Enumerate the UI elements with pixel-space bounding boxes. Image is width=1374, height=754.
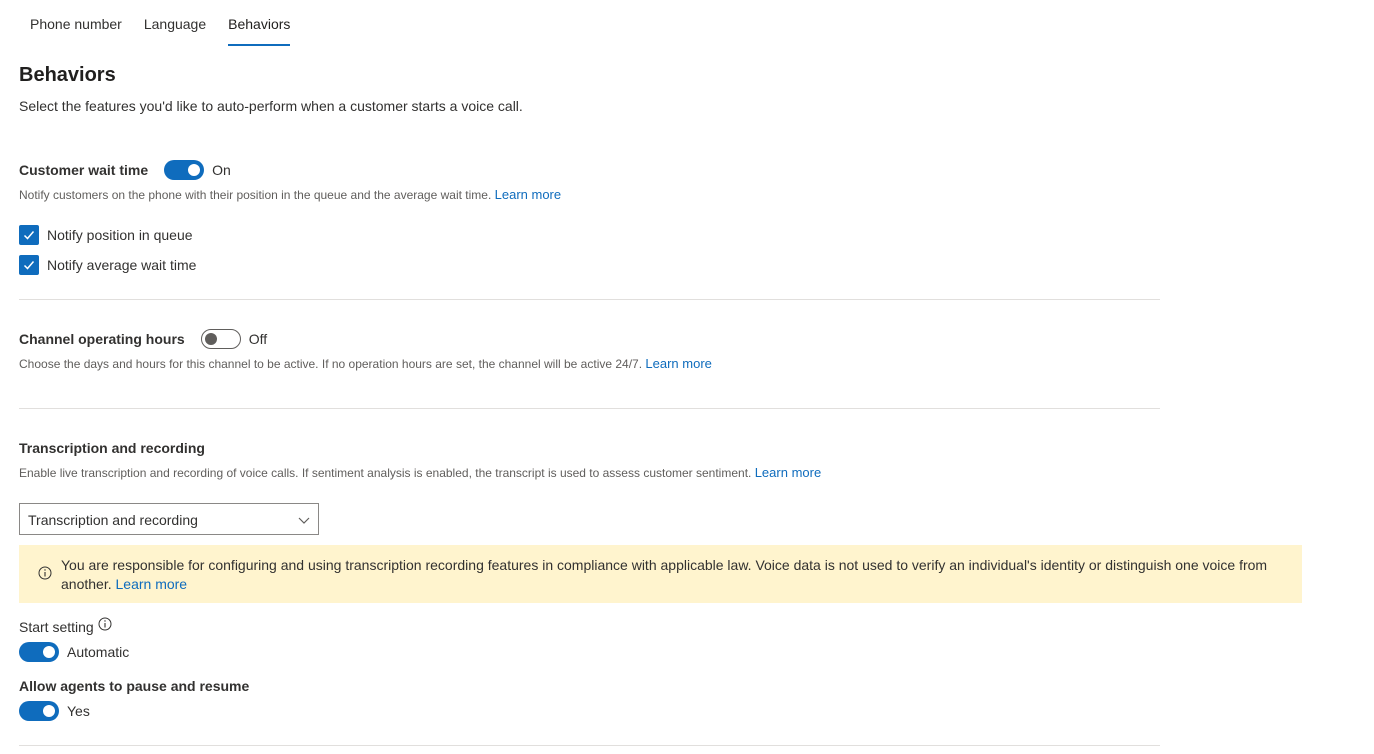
operating-hours-title: Channel operating hours	[19, 331, 185, 347]
divider	[19, 299, 1160, 300]
divider	[19, 745, 1160, 746]
tab-phone-number[interactable]: Phone number	[19, 0, 133, 46]
operating-hours-header: Channel operating hours Off	[19, 329, 267, 349]
wait-time-toggle-state: On	[212, 162, 231, 178]
wait-time-title: Customer wait time	[19, 162, 149, 178]
pause-resume-value: Yes	[67, 703, 90, 719]
notify-wait-option[interactable]: Notify average wait time	[19, 255, 196, 275]
checkmark-icon	[23, 261, 35, 270]
banner-learn-more-link[interactable]: Learn more	[116, 576, 188, 592]
chevron-down-icon	[298, 517, 310, 524]
notify-wait-checkbox[interactable]	[19, 255, 39, 275]
notify-wait-label: Notify average wait time	[47, 257, 197, 273]
transcription-title: Transcription and recording	[19, 440, 205, 456]
pause-resume-label: Allow agents to pause and resume	[19, 678, 250, 694]
operating-hours-learn-more-link[interactable]: Learn more	[645, 356, 711, 371]
pause-resume-toggle[interactable]	[19, 701, 59, 721]
notify-position-label: Notify position in queue	[47, 227, 193, 243]
pause-resume-row: Yes	[19, 701, 90, 721]
info-icon	[38, 566, 52, 580]
start-setting-row: Automatic	[19, 642, 129, 662]
info-icon[interactable]	[98, 617, 112, 631]
wait-time-description: Notify customers on the phone with their…	[19, 187, 562, 202]
operating-hours-description: Choose the days and hours for this chann…	[19, 356, 712, 371]
compliance-warning-banner: You are responsible for configuring and …	[19, 545, 1302, 603]
wait-time-header: Customer wait time On	[19, 160, 231, 180]
notify-position-checkbox[interactable]	[19, 225, 39, 245]
banner-message: You are responsible for configuring and …	[61, 557, 1268, 592]
tab-bar: Phone number Language Behaviors	[19, 0, 301, 46]
notify-position-option[interactable]: Notify position in queue	[19, 225, 193, 245]
tab-behaviors[interactable]: Behaviors	[217, 0, 301, 46]
start-setting-label-row: Start setting	[19, 617, 112, 635]
transcription-learn-more-link[interactable]: Learn more	[755, 465, 821, 480]
start-setting-label: Start setting	[19, 619, 94, 635]
operating-hours-toggle-state: Off	[248, 331, 268, 347]
checkmark-icon	[23, 231, 35, 240]
transcription-dropdown-value: Transcription and recording	[28, 512, 198, 528]
page-subtitle: Select the features you'd like to auto-p…	[19, 98, 523, 114]
page-title: Behaviors	[19, 64, 116, 86]
operating-hours-toggle[interactable]	[200, 329, 241, 349]
transcription-dropdown[interactable]: Transcription and recording	[19, 503, 319, 535]
divider	[19, 408, 1160, 409]
wait-time-toggle[interactable]	[164, 160, 205, 180]
transcription-description: Enable live transcription and recording …	[19, 465, 822, 480]
start-setting-toggle[interactable]	[19, 642, 59, 662]
start-setting-value: Automatic	[67, 644, 130, 660]
tab-language[interactable]: Language	[133, 0, 217, 46]
wait-time-learn-more-link[interactable]: Learn more	[495, 187, 561, 202]
